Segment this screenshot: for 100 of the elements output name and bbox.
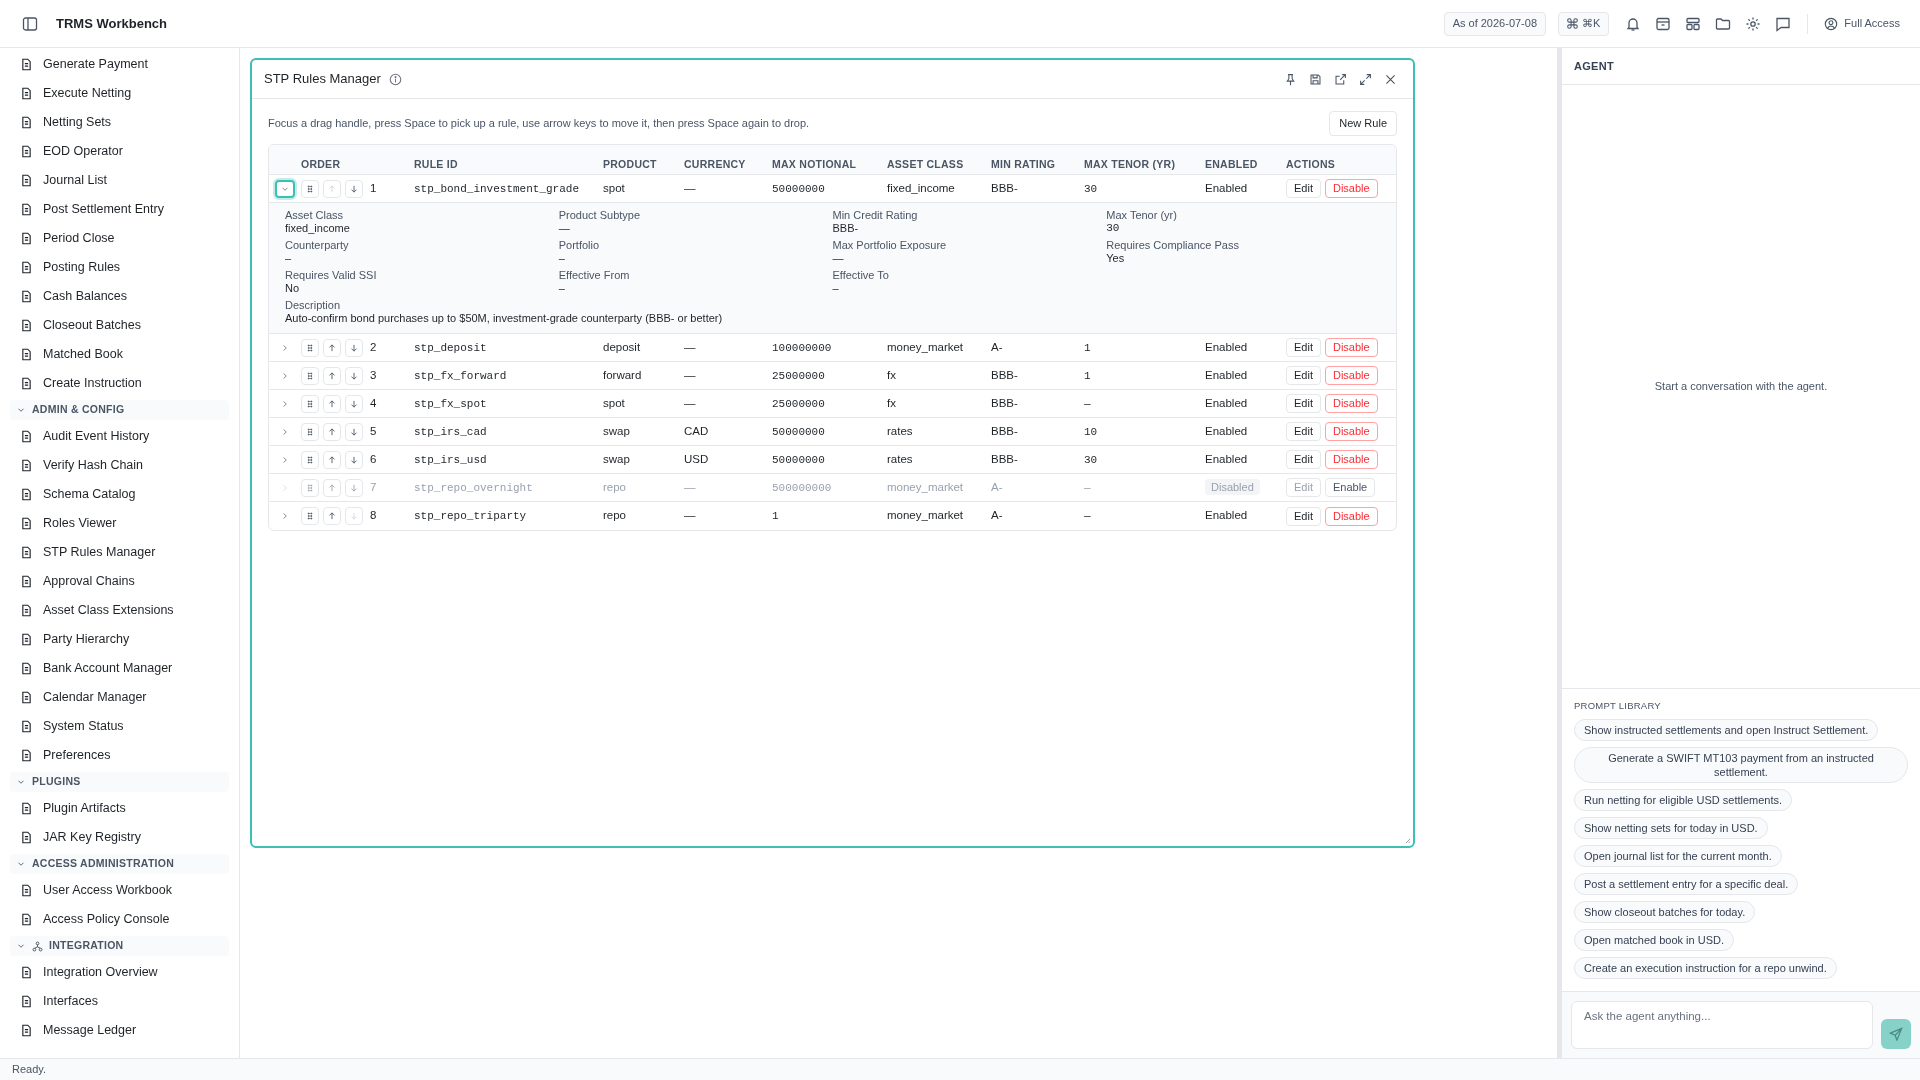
disable-button[interactable]: Disable (1324, 394, 1378, 413)
sidebar-item[interactable]: Generate Payment (10, 50, 229, 79)
section-header[interactable]: INTEGRATION (10, 936, 229, 956)
sidebar-item[interactable]: Bank Account Manager (10, 654, 229, 683)
drag-handle[interactable] (301, 366, 319, 385)
move-down-button[interactable] (345, 366, 363, 385)
edit-button[interactable]: Edit (1286, 394, 1321, 413)
prompt-chip[interactable]: Post a settlement entry for a specific deal. (1574, 873, 1799, 895)
pin-icon[interactable] (1284, 72, 1297, 86)
disable-button[interactable]: Disable (1324, 366, 1378, 385)
drag-handle[interactable] (301, 422, 319, 441)
folder-icon[interactable] (1715, 15, 1732, 32)
move-up-button[interactable] (323, 366, 341, 385)
prompt-chip[interactable]: Create an execution instruction for a repo unwind. (1574, 957, 1837, 979)
sidebar-item[interactable]: Message Ledger (10, 1016, 229, 1045)
layout-icon[interactable] (1685, 15, 1702, 32)
sidebar-item[interactable]: STP Rules Manager (10, 538, 229, 567)
prompt-chip[interactable]: Open journal list for the current month. (1574, 845, 1782, 867)
sidebar-item[interactable]: Period Close (10, 224, 229, 253)
section-header[interactable]: ADMIN & CONFIG (10, 400, 229, 420)
prompt-chip[interactable]: Show closeout batches for today. (1574, 901, 1756, 923)
sidebar-item[interactable]: Cash Balances (10, 282, 229, 311)
sidebar-item[interactable]: JAR Key Registry (10, 823, 229, 852)
move-down-button[interactable] (345, 338, 363, 357)
sidebar-item[interactable]: Closeout Batches (10, 311, 229, 340)
move-up-button[interactable] (323, 450, 341, 469)
edit-button[interactable]: Edit (1286, 506, 1321, 526)
move-up-button[interactable] (323, 394, 341, 413)
save-icon[interactable] (1309, 72, 1322, 86)
send-button[interactable] (1881, 1019, 1911, 1049)
sidebar-item[interactable]: Access Policy Console (10, 905, 229, 934)
move-down-button[interactable] (345, 422, 363, 441)
sidebar-item[interactable]: Integration Overview (10, 958, 229, 987)
prompt-chip[interactable]: Open matched book in USD. (1574, 929, 1735, 951)
edit-button[interactable]: Edit (1286, 422, 1321, 441)
edit-button[interactable]: Edit (1286, 450, 1321, 469)
sidebar-item[interactable]: Schema Catalog (10, 480, 229, 509)
disable-button[interactable]: Disable (1324, 179, 1378, 198)
prompt-chip[interactable]: Generate a SWIFT MT103 payment from an instructed settlement. (1574, 747, 1908, 783)
drag-handle[interactable] (301, 478, 319, 497)
command-palette-button[interactable]: ⌘K (1558, 11, 1610, 36)
section-header[interactable]: ACCESS ADMINISTRATION (10, 854, 229, 874)
sidebar-item[interactable]: Verify Hash Chain (10, 451, 229, 480)
drag-handle[interactable] (301, 507, 319, 525)
chat-icon[interactable] (1775, 15, 1792, 32)
move-down-button[interactable] (345, 450, 363, 469)
sidebar-item[interactable]: Matched Book (10, 340, 229, 369)
access-level-button[interactable]: Full Access (1824, 15, 1900, 32)
edit-button[interactable]: Edit (1286, 179, 1321, 198)
sidebar-item[interactable]: Calendar Manager (10, 683, 229, 712)
drag-handle[interactable] (301, 394, 319, 413)
section-header[interactable]: PLUGINS (10, 772, 229, 792)
bell-icon[interactable] (1625, 15, 1642, 32)
prompt-chip[interactable]: Show netting sets for today in USD. (1574, 817, 1768, 839)
agent-input-field[interactable]: Ask the agent anything... (1571, 1001, 1874, 1049)
sidebar-item[interactable]: Post Settlement Entry (10, 195, 229, 224)
sidebar-item[interactable]: Execute Netting (10, 79, 229, 108)
enable-button[interactable]: Enable (1324, 478, 1376, 497)
disable-button[interactable]: Disable (1324, 450, 1378, 469)
resize-grip-icon[interactable] (1405, 838, 1411, 844)
sidebar-item[interactable]: Create Instruction (10, 369, 229, 398)
prompt-chip[interactable]: Run netting for eligible USD settlements. (1574, 789, 1793, 811)
move-up-button[interactable] (323, 338, 341, 357)
drag-handle[interactable] (301, 450, 319, 469)
disable-button[interactable]: Disable (1324, 506, 1378, 526)
sidebar-item[interactable]: Asset Class Extensions (10, 596, 229, 625)
edit-button[interactable]: Edit (1286, 366, 1321, 385)
move-down-button[interactable] (345, 478, 363, 497)
sidebar-item[interactable]: Party Hierarchy (10, 625, 229, 654)
external-link-icon[interactable] (1334, 72, 1347, 86)
expand-row-button[interactable] (275, 179, 295, 198)
sidebar-item[interactable]: Preferences (10, 741, 229, 770)
info-icon[interactable] (388, 72, 402, 86)
sidebar-item[interactable]: User Access Workbook (10, 876, 229, 905)
sidebar-item[interactable]: Approval Chains (10, 567, 229, 596)
drag-handle[interactable] (301, 338, 319, 357)
sidebar-item[interactable]: System Status (10, 712, 229, 741)
expand-icon[interactable] (1359, 72, 1372, 86)
archive-icon[interactable] (1655, 15, 1672, 32)
as-of-date-button[interactable]: As of 2026-07-08 (1443, 11, 1546, 36)
sidebar-item[interactable]: Audit Event History (10, 422, 229, 451)
disable-button[interactable]: Disable (1324, 422, 1378, 441)
move-down-button[interactable] (345, 394, 363, 413)
edit-button[interactable]: Edit (1286, 338, 1321, 357)
drag-handle[interactable] (301, 179, 319, 198)
sidebar-item[interactable]: EOD Operator (10, 137, 229, 166)
sidebar-item[interactable]: Posting Rules (10, 253, 229, 282)
sidebar-item[interactable]: Journal List (10, 166, 229, 195)
disable-button[interactable]: Disable (1324, 338, 1378, 357)
close-icon[interactable] (1384, 72, 1397, 86)
move-down-button[interactable] (345, 179, 363, 198)
sidebar-item[interactable]: Interfaces (10, 987, 229, 1016)
new-rule-button[interactable]: New Rule (1329, 111, 1397, 136)
move-up-button[interactable] (323, 478, 341, 497)
sidebar-item[interactable]: Netting Sets (10, 108, 229, 137)
prompt-chip[interactable]: Show instructed settlements and open Instruct Settlement. (1574, 719, 1879, 741)
move-up-button[interactable] (323, 507, 341, 525)
move-up-button[interactable] (323, 422, 341, 441)
sidebar-item[interactable]: Plugin Artifacts (10, 794, 229, 823)
sidebar-item[interactable]: Roles Viewer (10, 509, 229, 538)
